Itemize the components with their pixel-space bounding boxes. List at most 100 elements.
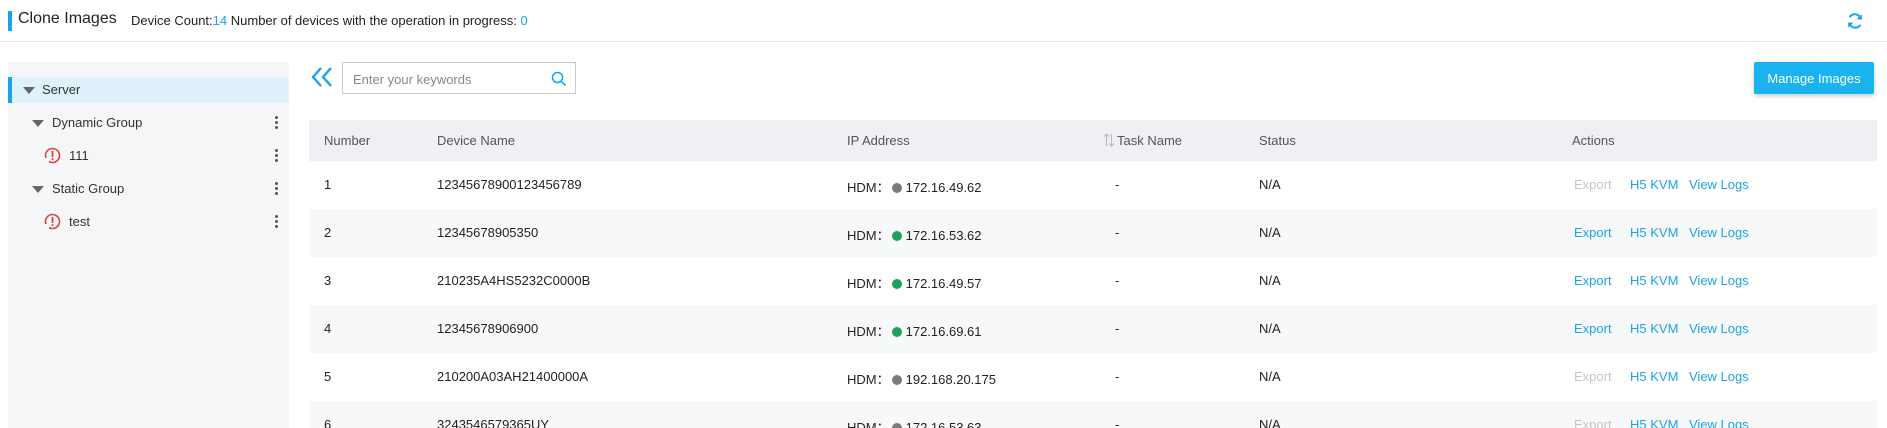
column-header-device-name[interactable]: Device Name (437, 133, 515, 148)
cell-device-name: 12345678900123456789 (437, 177, 582, 192)
cell-number: 6 (324, 417, 332, 428)
export-link[interactable]: Export (1574, 225, 1612, 240)
view-logs-link[interactable]: View Logs (1689, 273, 1749, 288)
table-row[interactable]: 1 12345678900123456789 HDM： 172.16.49.62 - N/… (309, 161, 1877, 209)
h5-kvm-link[interactable]: H5 KVM (1630, 177, 1678, 192)
tree-node-label: test (69, 214, 90, 229)
title-accent-bar (8, 11, 12, 31)
table-row[interactable]: 6 3243546579365UY HDM： 172.16.53.63 - N/A Expo… (309, 401, 1877, 428)
in-progress-label: Number of devices with the operation in … (230, 13, 517, 28)
ip-address-link[interactable]: 172.16.69.61 (906, 324, 982, 339)
tree-node-label: Static Group (52, 181, 125, 196)
table-header: Number Device Name IP Address Task Name … (309, 120, 1877, 161)
caret-down-icon[interactable] (23, 87, 35, 94)
cell-ip-address: HDM： 172.16.49.57 (847, 273, 982, 292)
cell-number: 4 (324, 321, 332, 336)
more-options-icon[interactable] (273, 181, 279, 197)
cell-status: N/A (1259, 369, 1281, 384)
cell-device-name: 12345678906900 (437, 321, 539, 336)
cell-device-name: 210235A4HS5232C0000B (437, 273, 591, 288)
cell-number: 1 (324, 177, 332, 192)
ip-address-link[interactable]: 172.16.53.63 (906, 420, 982, 428)
refresh-icon[interactable] (1845, 11, 1865, 31)
ip-address-link[interactable]: 192.168.20.175 (906, 372, 996, 387)
ip-status-dot-icon (891, 231, 902, 241)
cell-task-name: - (1115, 273, 1120, 288)
cell-task-name: - (1115, 369, 1120, 384)
column-header-task-name[interactable]: Task Name (1117, 133, 1182, 148)
column-header-actions: Actions (1572, 133, 1615, 148)
ip-prefix-label: HDM： (847, 276, 890, 291)
caret-down-icon[interactable] (32, 186, 44, 193)
device-count-label: Device Count: (131, 13, 213, 28)
cell-device-name: 3243546579365UY (437, 417, 550, 428)
table-row[interactable]: 3 210235A4HS5232C0000B HDM： 172.16.49.57 - N/… (309, 257, 1877, 305)
warning-icon (44, 213, 61, 230)
view-logs-link[interactable]: View Logs (1689, 225, 1749, 240)
tree-node-dynamic-group[interactable]: Dynamic Group (8, 110, 289, 136)
cell-number: 3 (324, 273, 332, 288)
h5-kvm-link[interactable]: H5 KVM (1630, 273, 1678, 288)
ip-address-link[interactable]: 172.16.49.57 (906, 276, 982, 291)
export-link[interactable]: Export (1574, 273, 1612, 288)
tree-node-static-group[interactable]: Static Group (8, 176, 289, 202)
cell-status: N/A (1259, 177, 1281, 192)
ip-prefix-label: HDM： (847, 420, 890, 428)
cell-status: N/A (1259, 321, 1281, 336)
cell-status: N/A (1259, 273, 1281, 288)
cell-number: 5 (324, 369, 332, 384)
ip-status-dot-icon (891, 279, 902, 289)
table-row[interactable]: 5 210200A03AH21400000A HDM： 192.168.20.175 -… (309, 353, 1877, 401)
h5-kvm-link[interactable]: H5 KVM (1630, 369, 1678, 384)
search-input[interactable] (353, 69, 543, 89)
cell-status: N/A (1259, 225, 1281, 240)
cell-task-name: - (1115, 225, 1120, 240)
more-options-icon[interactable] (273, 115, 279, 131)
cell-task-name: - (1115, 417, 1120, 428)
cell-ip-address: HDM： 172.16.49.62 (847, 177, 982, 196)
h5-kvm-link[interactable]: H5 KVM (1630, 225, 1678, 240)
ip-status-dot-icon (891, 375, 902, 385)
tree-node-server[interactable]: Server (8, 77, 289, 103)
more-options-icon[interactable] (273, 148, 279, 164)
page-title: Clone Images (18, 10, 117, 27)
view-logs-link[interactable]: View Logs (1689, 321, 1749, 336)
export-link: Export (1574, 417, 1612, 428)
tree-node-label: Dynamic Group (52, 115, 143, 130)
cell-device-name: 210200A03AH21400000A (437, 369, 589, 384)
view-logs-link[interactable]: View Logs (1689, 417, 1749, 428)
ip-prefix-label: HDM： (847, 228, 890, 243)
table-row[interactable]: 4 12345678906900 HDM： 172.16.69.61 - N/A Expor… (309, 305, 1877, 353)
cell-task-name: - (1115, 177, 1120, 192)
manage-images-button[interactable]: Manage Images (1754, 62, 1874, 94)
cell-task-name: - (1115, 321, 1120, 336)
caret-down-icon[interactable] (32, 120, 44, 127)
search-icon[interactable] (551, 71, 567, 87)
device-tree-sidebar: Server Dynamic Group 111 Static Group te… (8, 62, 289, 428)
cell-device-name: 12345678905350 (437, 225, 539, 240)
export-link[interactable]: Export (1574, 321, 1612, 336)
ip-address-link[interactable]: 172.16.49.62 (906, 180, 982, 195)
view-logs-link[interactable]: View Logs (1689, 369, 1749, 384)
ip-address-link[interactable]: 172.16.53.62 (906, 228, 982, 243)
ip-status-dot-icon (891, 327, 902, 337)
h5-kvm-link[interactable]: H5 KVM (1630, 321, 1678, 336)
ip-prefix-label: HDM： (847, 372, 890, 387)
more-options-icon[interactable] (273, 214, 279, 230)
cell-ip-address: HDM： 172.16.53.62 (847, 225, 982, 244)
table-row[interactable]: 2 12345678905350 HDM： 172.16.53.62 - N/A Expor… (309, 209, 1877, 257)
collapse-sidebar-icon[interactable] (310, 66, 334, 88)
tree-node-111[interactable]: 111 (8, 143, 289, 169)
column-header-number[interactable]: Number (324, 133, 370, 148)
column-header-ip-address[interactable]: IP Address (847, 133, 910, 148)
tree-node-test[interactable]: test (8, 209, 289, 235)
device-count-summary: Device Count:14 Number of devices with t… (131, 13, 528, 28)
sort-icon[interactable] (1103, 132, 1115, 148)
cell-status: N/A (1259, 417, 1281, 428)
column-header-status[interactable]: Status (1259, 133, 1296, 148)
h5-kvm-link[interactable]: H5 KVM (1630, 417, 1678, 428)
ip-prefix-label: HDM： (847, 180, 890, 195)
ip-status-dot-icon (891, 423, 902, 428)
cell-ip-address: HDM： 192.168.20.175 (847, 369, 996, 388)
view-logs-link[interactable]: View Logs (1689, 177, 1749, 192)
